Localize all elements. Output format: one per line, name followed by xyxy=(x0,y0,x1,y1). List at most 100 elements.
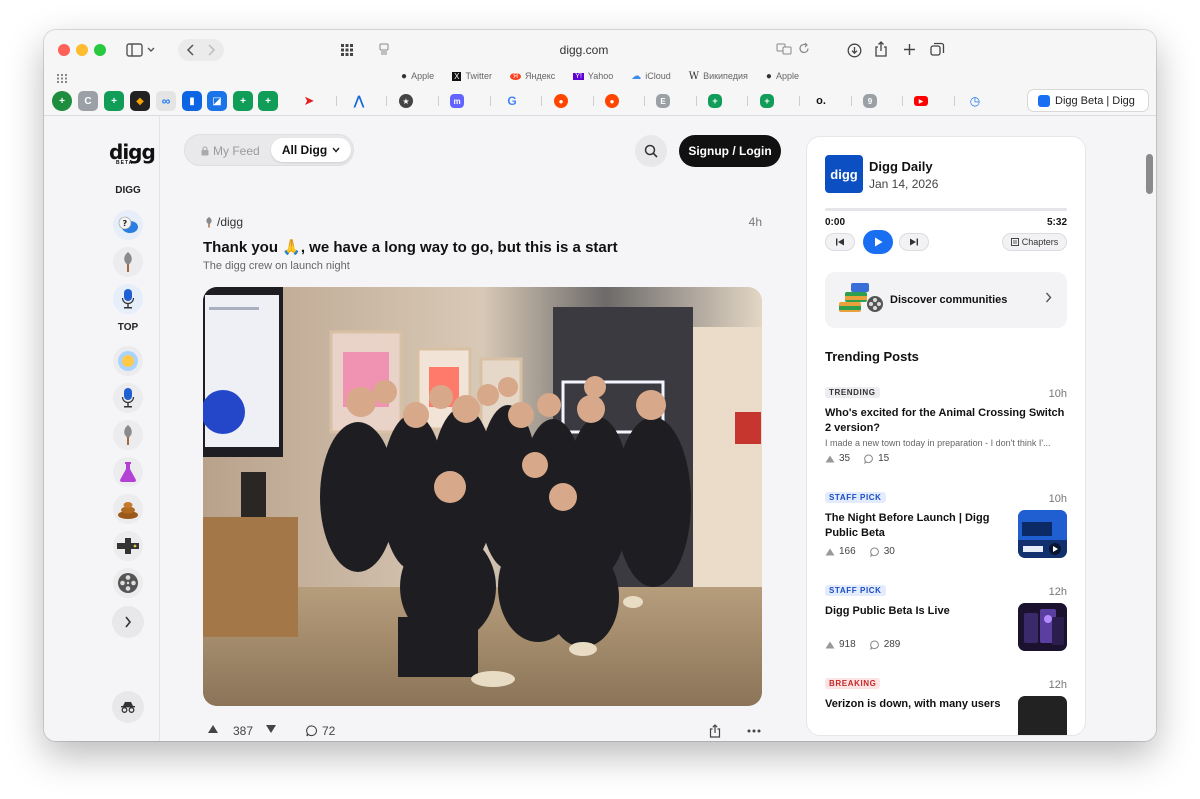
nav-expand-button[interactable] xyxy=(112,606,144,638)
pinned-tab-sheets-2-icon[interactable]: + xyxy=(233,91,253,111)
favorite-twitter[interactable]: X Twitter xyxy=(452,68,492,84)
tab-red-arrow-icon[interactable]: ➤ xyxy=(299,91,319,111)
next-button[interactable] xyxy=(899,233,929,251)
my-feed-tab[interactable]: My Feed xyxy=(201,144,260,158)
trending-upvotes[interactable]: 35 xyxy=(825,453,850,464)
upvote-button[interactable] xyxy=(207,724,219,734)
favorite-label: Apple xyxy=(775,71,799,81)
page-settings-icon[interactable] xyxy=(378,43,390,58)
minimize-window-button[interactable] xyxy=(76,44,88,56)
address-bar[interactable]: digg.com xyxy=(334,37,834,63)
all-digg-tab[interactable]: All Digg xyxy=(271,138,351,162)
trending-item[interactable]: BREAKING 12h Verizon is down, with many … xyxy=(825,678,1067,735)
trending-item[interactable]: STAFF PICK 10h The Night Before Launch |… xyxy=(825,492,1067,567)
favorite-apple-2[interactable]: ● Apple xyxy=(766,68,799,84)
tab-star-icon[interactable]: ★ xyxy=(399,94,413,108)
pinned-tab-meta-icon[interactable]: ∞ xyxy=(156,91,176,111)
search-button[interactable] xyxy=(635,135,667,167)
nav-help-icon[interactable]: ? xyxy=(113,210,143,240)
downvote-button[interactable] xyxy=(265,724,277,734)
comment-icon xyxy=(864,454,873,464)
podcast-title[interactable]: Digg Daily xyxy=(869,159,933,174)
share-page-button[interactable] xyxy=(871,39,891,59)
post-actions: 387 72 xyxy=(203,721,762,741)
tab-mastodon-icon[interactable]: m xyxy=(450,94,464,108)
downloads-button[interactable] xyxy=(844,40,864,60)
trending-stats: 918 289 xyxy=(825,639,900,650)
pinned-tab-sheets-3-icon[interactable]: + xyxy=(258,91,278,111)
chapters-button[interactable]: Chapters xyxy=(1002,233,1067,251)
post-community[interactable]: /digg xyxy=(204,215,243,229)
trending-comments[interactable]: 30 xyxy=(869,546,895,557)
sidebar-toggle-button[interactable] xyxy=(124,39,158,61)
trending-excerpt: I made a new town today in preparation -… xyxy=(825,438,1051,448)
podcast-progress-bar[interactable] xyxy=(825,208,1067,211)
tab-sheets-2-icon[interactable]: + xyxy=(760,94,774,108)
back-icon[interactable] xyxy=(186,44,194,56)
nav-shovel-2-icon[interactable] xyxy=(113,420,143,450)
nav-shovel-icon[interactable] xyxy=(113,247,143,277)
post-more-button[interactable] xyxy=(747,729,761,733)
favorite-wikipedia[interactable]: W Википедия xyxy=(689,68,748,84)
post-title[interactable]: Thank you 🙏, we have a long way to go, b… xyxy=(203,238,618,256)
translate-icon[interactable] xyxy=(776,43,792,58)
pinned-tab-trello-icon[interactable]: ▮ xyxy=(182,91,202,111)
tab-clock-icon[interactable]: ◷ xyxy=(965,91,985,111)
signup-login-button[interactable]: Signup / Login xyxy=(679,135,781,167)
post-image[interactable] xyxy=(203,287,762,706)
digg-favicon-icon xyxy=(1038,94,1050,107)
previous-button[interactable] xyxy=(825,233,855,251)
pinned-tab-dark-icon[interactable]: ◆ xyxy=(130,91,150,111)
incognito-button[interactable] xyxy=(112,691,144,723)
tab-e-icon[interactable]: E xyxy=(656,94,670,108)
page-scrollbar[interactable] xyxy=(1146,154,1153,194)
discover-communities-card[interactable]: Discover communities xyxy=(825,272,1067,328)
nav-microphone-2-icon[interactable] xyxy=(113,383,143,413)
nav-microphone-icon[interactable] xyxy=(113,284,143,314)
favorites-bar: ● Apple X Twitter Я Яндекс Y! Yahoo ☁ iCloud … xyxy=(44,68,1156,84)
nav-poop-icon[interactable] xyxy=(113,494,143,524)
trending-upvotes[interactable]: 918 xyxy=(825,639,856,650)
trending-item[interactable]: TRENDING 10h Who's excited for the Anima… xyxy=(825,387,1067,467)
page-content: digg BETA DIGG ? TOP My Feed All Digg Si… xyxy=(44,116,1156,741)
zoom-window-button[interactable] xyxy=(94,44,106,56)
forward-icon[interactable] xyxy=(208,44,216,56)
trending-item[interactable]: STAFF PICK 12h Digg Public Beta Is Live … xyxy=(825,585,1067,660)
post-share-button[interactable] xyxy=(709,724,721,738)
new-tab-button[interactable] xyxy=(899,39,919,59)
tab-youtube-icon[interactable]: ▶ xyxy=(914,96,928,106)
tab-reddit-2-icon[interactable]: ● xyxy=(605,94,619,108)
favorite-icloud[interactable]: ☁ iCloud xyxy=(631,68,671,84)
trending-thumbnail[interactable] xyxy=(1018,696,1067,735)
favorite-apple[interactable]: ● Apple xyxy=(401,68,434,84)
trending-thumbnail[interactable] xyxy=(1018,510,1067,558)
podcast-artwork[interactable]: digg xyxy=(825,155,863,193)
show-tabs-button[interactable] xyxy=(927,39,947,59)
tab-google-icon[interactable]: G xyxy=(502,91,522,111)
play-button[interactable] xyxy=(863,230,893,254)
pinned-tab-blue-icon[interactable]: ◪ xyxy=(207,91,227,111)
pinned-tab-green-icon[interactable]: + xyxy=(52,91,72,111)
trending-comments[interactable]: 15 xyxy=(864,453,889,464)
active-tab[interactable]: Digg Beta | Digg xyxy=(1027,89,1149,112)
pinned-tab-sheets-icon[interactable]: + xyxy=(104,91,124,111)
favorite-yandex[interactable]: Я Яндекс xyxy=(509,68,555,84)
trending-comments[interactable]: 289 xyxy=(869,639,900,650)
reload-icon[interactable] xyxy=(798,42,810,58)
wikipedia-icon: W xyxy=(688,70,700,82)
trending-thumbnail[interactable] xyxy=(1018,603,1067,651)
trending-upvotes[interactable]: 166 xyxy=(825,546,856,557)
tab-reddit-icon[interactable]: ● xyxy=(554,94,568,108)
nav-gamepad-icon[interactable] xyxy=(113,531,143,561)
nav-film-reel-icon[interactable] xyxy=(113,568,143,598)
tab-ol-icon[interactable]: o. xyxy=(811,91,831,111)
favorite-yahoo[interactable]: Y! Yahoo xyxy=(573,68,613,84)
pinned-tab-c-icon[interactable]: C xyxy=(78,91,98,111)
nav-sun-icon[interactable] xyxy=(113,346,143,376)
tab-9-icon[interactable]: 9 xyxy=(863,94,877,108)
nav-flask-icon[interactable] xyxy=(113,457,143,487)
close-window-button[interactable] xyxy=(58,44,70,56)
comments-button[interactable]: 72 xyxy=(306,724,335,738)
tab-sheets-icon[interactable]: + xyxy=(708,94,722,108)
tab-atlassian-icon[interactable]: ⋀ xyxy=(349,91,369,111)
